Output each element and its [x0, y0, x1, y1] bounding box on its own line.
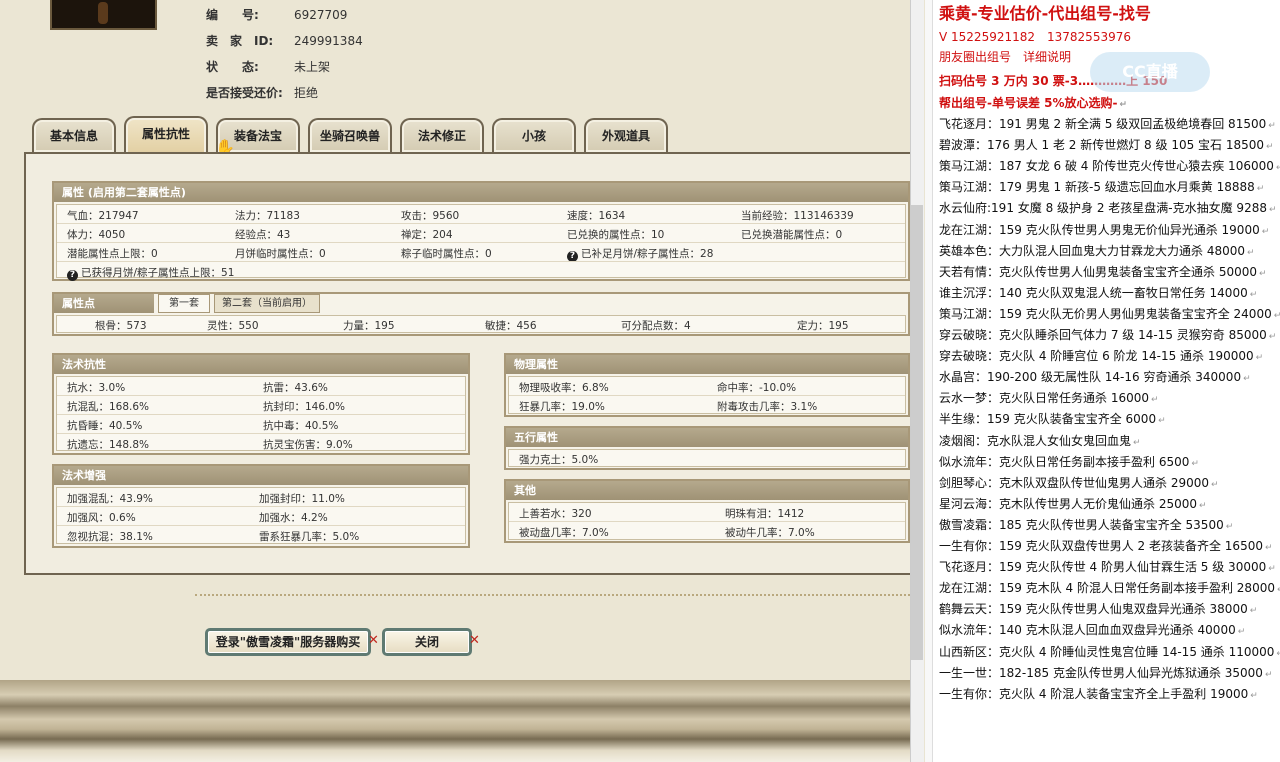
- x-mark-icon: ✕: [469, 633, 480, 648]
- paragraph-mark-icon: ↵: [1268, 564, 1276, 575]
- document-pane: 乘黄-专业估价-代出组号-找号 V 15225921182 13782553976…: [925, 0, 1280, 762]
- document-line: 半生缘：159 克火队装备宝宝齐全 6000 ↵: [939, 412, 1166, 427]
- paragraph-mark-icon: ↵: [1133, 437, 1141, 448]
- paragraph-mark-icon: ↵: [1119, 100, 1128, 110]
- document-line: 山西新区：克火队 4 阶睡仙灵性鬼宫位睡 14-15 通杀 110000↵: [939, 643, 1280, 660]
- paragraph-mark-icon: ↵: [1243, 374, 1251, 385]
- x-mark-icon: ✕: [368, 633, 379, 648]
- info-row-id: 编 号: 6927709: [206, 8, 348, 22]
- document-ruler: [925, 0, 933, 762]
- paragraph-mark-icon: ↵: [1225, 521, 1234, 532]
- document-line: 穿云破晓：克火队睡杀回气体力 7 级 14-15 灵猴穷奇 85000 ↵: [939, 328, 1277, 342]
- document-line: 龙在江湖：159 克木队 4 阶混人日常任务副本接手盈利 28000↵: [939, 579, 1280, 596]
- paragraph-mark-icon: ↵: [1247, 247, 1255, 258]
- document-line: 谁主沉浮：140 克火队双鬼混人统一畜牧日常任务 14000 ↵: [939, 285, 1258, 300]
- scrollbar-thumb[interactable]: [911, 205, 923, 660]
- info-row-bargain: 是否接受还价: 拒绝: [206, 86, 319, 100]
- document-line: 英雄本色：大力队混人回血鬼大力甘霖龙大力通杀 48000 ↵: [939, 243, 1255, 258]
- paragraph-mark-icon: ↵: [1255, 353, 1264, 364]
- other-attributes-title: 其他: [506, 481, 908, 500]
- info-row-seller: 卖 家 ID: 249991384: [206, 34, 363, 48]
- document-line: 似水流年：克火队日常任务副本接手盈利 6500 ↵: [939, 454, 1199, 469]
- spell-resist-title: 法术抗性: [54, 355, 468, 374]
- document-line: 帮出组号-单号误差 5%放心选购- ↵: [939, 96, 1128, 110]
- document-line: 策马江湖：187 女龙 6 破 4 阶传世克火传世心猿去疾 106000 ↵: [939, 157, 1280, 174]
- paragraph-mark-icon: ↵: [1256, 184, 1265, 195]
- tab-attributes-resist[interactable]: 属性抗性: [124, 116, 208, 154]
- attributes-box: 属性 (启用第二套属性点) 气血：217947 法力：71183 攻击：9560…: [52, 181, 910, 281]
- watermark-logo: CC直播: [1090, 52, 1210, 92]
- paragraph-mark-icon: ↵: [1273, 310, 1280, 321]
- paragraph-mark-icon: ↵: [1276, 649, 1280, 659]
- document-line: 剑胆琴心：克木队双盘队传世仙鬼男人通杀 29000 ↵: [939, 475, 1219, 490]
- paragraph-mark-icon: ↵: [1158, 416, 1166, 427]
- paragraph-mark-icon: ↵: [1211, 479, 1219, 490]
- document-line: 朋友圈出组号 详细说明: [939, 50, 1072, 64]
- paragraph-mark-icon: ↵: [1250, 690, 1258, 701]
- paragraph-mark-icon: ↵: [1266, 142, 1274, 153]
- close-button[interactable]: 关闭: [382, 628, 472, 656]
- paragraph-mark-icon: ↵: [1268, 332, 1277, 342]
- tab-mount-summon[interactable]: 坐骑召唤兽: [308, 118, 392, 152]
- paragraph-mark-icon: ↵: [1275, 163, 1280, 174]
- paragraph-mark-icon: ↵: [1199, 500, 1207, 511]
- paragraph-mark-icon: ↵: [1249, 289, 1258, 300]
- paragraph-mark-icon: ↵: [1259, 268, 1267, 279]
- other-attributes-box: 其他 上善若水：320 明珠有泪：1412 被动盘几率：7.0% 被动牛几率：7…: [504, 479, 910, 543]
- document-line: 一生有你：159 克火队双盘传世男人 2 老孩装备齐全 16500 ↵: [939, 539, 1273, 553]
- tab-basic-info[interactable]: 基本信息: [32, 118, 116, 152]
- tab-children[interactable]: 小孩: [492, 118, 576, 152]
- attributes-title: 属性 (启用第二套属性点): [54, 183, 908, 202]
- help-icon[interactable]: ?: [67, 270, 78, 281]
- buy-on-server-button[interactable]: 登录"傲雪凌霜"服务器购买: [205, 628, 371, 656]
- document-line: 一生有你：克火队 4 阶混人装备宝宝齐全上手盈利 19000 ↵: [939, 686, 1258, 701]
- five-elements-box: 五行属性 强力克土：5.0%: [504, 426, 910, 470]
- document-line: 穿去破晓：克火队 4 阶睡宫位 6 阶龙 14-15 通杀 190000 ↵: [939, 349, 1264, 364]
- document-line: 策马江湖：159 克火队无价男人男仙男鬼装备宝宝齐全 24000 ↵: [939, 306, 1280, 321]
- document-line: 鹤舞云天：159 克火队传世男人仙鬼双盘异光通杀 38000 ↵: [939, 602, 1258, 617]
- tab-spell-correction[interactable]: 法术修正: [400, 118, 484, 152]
- divider: [195, 594, 910, 596]
- document-line: 一生一世：182-185 克金队传世男人仙异光炼狱通杀 35000 ↵: [939, 665, 1273, 680]
- document-line: 乘黄-专业估价-代出组号-找号: [939, 4, 1151, 23]
- paragraph-mark-icon: ↵: [1268, 205, 1277, 216]
- attribute-points-title: 属性点: [54, 294, 154, 313]
- document-line: 星河云海：克木队传世男人无价鬼仙通杀 25000 ↵: [939, 496, 1207, 511]
- document-line: 龙在江湖：159 克火队传世男人男鬼无价仙异光通杀 19000 ↵: [939, 222, 1270, 237]
- document-line: 水云仙府:191 女魔 8 级护身 2 老孩星盘满-克水抽女魔 9288 ↵: [939, 201, 1277, 216]
- spell-resist-box: 法术抗性 抗水：3.0% 抗雷：43.6% 抗混乱：168.6% 抗封印：146…: [52, 353, 470, 455]
- five-elements-title: 五行属性: [506, 428, 908, 447]
- document-line: 碧波潭：176 男人 1 老 2 新传世燃灯 8 级 105 宝石 18500 ↵: [939, 138, 1274, 153]
- document-line: V 15225921182 13782553976: [939, 30, 1131, 44]
- paragraph-mark-icon: ↵: [1264, 669, 1273, 680]
- paragraph-mark-icon: ↵: [1261, 226, 1270, 237]
- paragraph-mark-icon: ↵: [1264, 543, 1273, 553]
- physical-attributes-box: 物理属性 物理吸收率：6.8% 命中率：-10.0% 狂暴几率：19.0% 附毒…: [504, 353, 910, 417]
- paragraph-mark-icon: ↵: [1268, 121, 1276, 131]
- paragraph-mark-icon: ↵: [1191, 458, 1199, 469]
- window-bottom-frame: [0, 680, 910, 762]
- physical-attributes-title: 物理属性: [506, 355, 908, 374]
- document-line: 凌烟阁：克水队混人女仙女鬼回血鬼 ↵: [939, 433, 1141, 448]
- paragraph-mark-icon: ↵: [1151, 395, 1159, 406]
- game-window: 编 号: 6927709 卖 家 ID: 249991384 状 态: 未上架 是否接…: [0, 0, 910, 762]
- document-line: 似水流年：140 克木队混人回血血双盘异光通杀 40000 ↵: [939, 623, 1246, 638]
- document-line: 傲雪凌霜：185 克火队传世男人装备宝宝齐全 53500 ↵: [939, 517, 1234, 532]
- document-line: 飞花逐月：159 克火队传世 4 阶男人仙甘霖生活 5 级 30000 ↵: [939, 560, 1276, 575]
- spell-enhance-title: 法术增强: [54, 466, 468, 485]
- paragraph-mark-icon: ↵: [1249, 606, 1258, 617]
- tab-appearance-items[interactable]: 外观道具: [584, 118, 668, 152]
- document-line: 天若有情：克火队传世男人仙男鬼装备宝宝齐全通杀 50000 ↵: [939, 264, 1267, 279]
- spell-enhance-box: 法术增强 加强混乱：43.9% 加强封印：11.0% 加强风：0.6% 加强水：…: [52, 464, 470, 548]
- document-line: 云水一梦：克火队日常任务通杀 16000 ↵: [939, 391, 1159, 406]
- document-line: 策马江湖：179 男鬼 1 新孩-5 级遗忘回血水月乘黄 18888 ↵: [939, 180, 1265, 195]
- subtab-set-one[interactable]: 第一套: [158, 294, 210, 313]
- document-line: 水晶宫：190-200 级无属性队 14-16 穷奇通杀 340000 ↵: [939, 370, 1251, 385]
- character-avatar: [50, 0, 157, 30]
- document-line: 飞花逐月：191 男鬼 2 新全满 5 级双回孟极绝境春回 81500 ↵: [939, 117, 1276, 131]
- paragraph-mark-icon: ↵: [1237, 627, 1246, 638]
- info-row-status: 状 态: 未上架: [206, 60, 331, 74]
- subtab-set-two[interactable]: 第二套（当前启用）: [214, 294, 320, 313]
